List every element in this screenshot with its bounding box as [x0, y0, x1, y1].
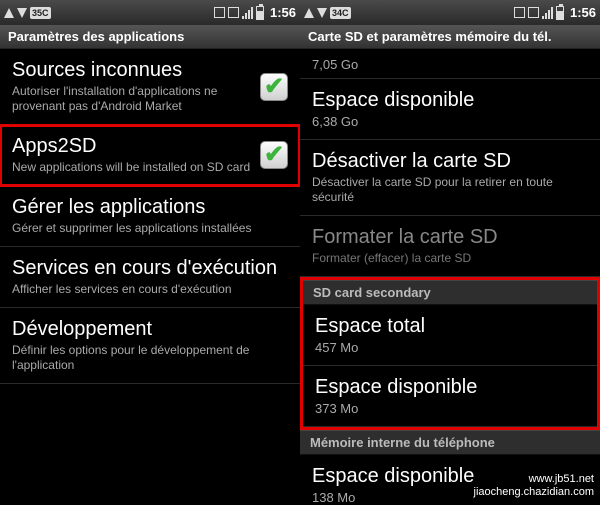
- sd-secondary-group: SD card secondary Espace total 457 Mo Es…: [300, 277, 600, 430]
- item-title: Services en cours d'exécution: [12, 257, 288, 280]
- screen-title: Carte SD et paramètres mémoire du tél.: [300, 25, 600, 49]
- sd-secondary-total: Espace total 457 Mo: [303, 305, 597, 366]
- item-subtitle: Formater (effacer) la carte SD: [312, 251, 588, 266]
- item-title: Apps2SD: [12, 135, 252, 158]
- internal-available: Espace disponible 138 Mo: [300, 455, 600, 505]
- status-bar: 35C 1:56: [0, 0, 300, 25]
- item-value: 373 Mo: [315, 401, 585, 416]
- item-title: Espace disponible: [315, 376, 585, 399]
- download-icon: [17, 8, 27, 18]
- section-header: SD card secondary: [303, 280, 597, 305]
- item-title: Gérer les applications: [12, 196, 288, 219]
- storage-value-row: 7,05 Go: [300, 49, 600, 79]
- app-icon: [228, 7, 239, 18]
- setting-development[interactable]: Développement Définir les options pour l…: [0, 308, 300, 384]
- screen-title: Paramètres des applications: [0, 25, 300, 49]
- check-icon: ✔: [264, 143, 284, 167]
- temp-badge: 34C: [330, 7, 351, 19]
- checkbox[interactable]: ✔: [260, 141, 288, 169]
- app-icon: [214, 7, 225, 18]
- setting-manage-apps[interactable]: Gérer les applications Gérer et supprime…: [0, 186, 300, 247]
- temp-badge: 35C: [30, 7, 51, 19]
- clock: 1:56: [570, 5, 596, 20]
- item-title: Espace disponible: [312, 89, 588, 112]
- setting-running-services[interactable]: Services en cours d'exécution Afficher l…: [0, 247, 300, 308]
- signal-icon: [242, 7, 253, 19]
- item-value: 457 Mo: [315, 340, 585, 355]
- right-phone: 34C 1:56 Carte SD et paramètres mémoire …: [300, 0, 600, 505]
- item-value: 6,38 Go: [312, 114, 588, 129]
- checkbox[interactable]: ✔: [260, 73, 288, 101]
- item-value: 7,05 Go: [312, 57, 588, 72]
- item-title: Espace total: [315, 315, 585, 338]
- item-subtitle: Désactiver la carte SD pour la retirer e…: [312, 175, 588, 205]
- battery-icon: [556, 6, 564, 20]
- check-icon: ✔: [264, 75, 284, 99]
- item-title: Formater la carte SD: [312, 226, 588, 249]
- item-title: Sources inconnues: [12, 59, 252, 82]
- app-icon: [514, 7, 525, 18]
- status-bar: 34C 1:56: [300, 0, 600, 25]
- app-icon: [528, 7, 539, 18]
- sd-secondary-available: Espace disponible 373 Mo: [303, 366, 597, 427]
- item-subtitle: Gérer et supprimer les applications inst…: [12, 221, 288, 236]
- left-phone: 35C 1:56 Paramètres des applications Sou…: [0, 0, 300, 505]
- storage-available: Espace disponible 6,38 Go: [300, 79, 600, 140]
- item-subtitle: Autoriser l'installation d'applications …: [12, 84, 252, 114]
- item-title: Espace disponible: [312, 465, 588, 488]
- warning-icon: [4, 8, 14, 18]
- item-subtitle: Définir les options pour le développemen…: [12, 343, 288, 373]
- section-header: Mémoire interne du téléphone: [300, 430, 600, 455]
- settings-list: Sources inconnues Autoriser l'installati…: [0, 49, 300, 505]
- item-title: Développement: [12, 318, 288, 341]
- item-title: Désactiver la carte SD: [312, 150, 588, 173]
- setting-unknown-sources[interactable]: Sources inconnues Autoriser l'installati…: [0, 49, 300, 125]
- clock: 1:56: [270, 5, 296, 20]
- storage-unmount-sd[interactable]: Désactiver la carte SD Désactiver la car…: [300, 140, 600, 216]
- warning-icon: [304, 8, 314, 18]
- storage-format-sd[interactable]: Formater la carte SD Formater (effacer) …: [300, 216, 600, 277]
- signal-icon: [542, 7, 553, 19]
- item-value: 138 Mo: [312, 490, 588, 505]
- download-icon: [317, 8, 327, 18]
- item-subtitle: New applications will be installed on SD…: [12, 160, 252, 175]
- storage-list: 7,05 Go Espace disponible 6,38 Go Désact…: [300, 49, 600, 505]
- item-subtitle: Afficher les services en cours d'exécuti…: [12, 282, 288, 297]
- setting-apps2sd[interactable]: Apps2SD New applications will be install…: [0, 125, 300, 186]
- battery-icon: [256, 6, 264, 20]
